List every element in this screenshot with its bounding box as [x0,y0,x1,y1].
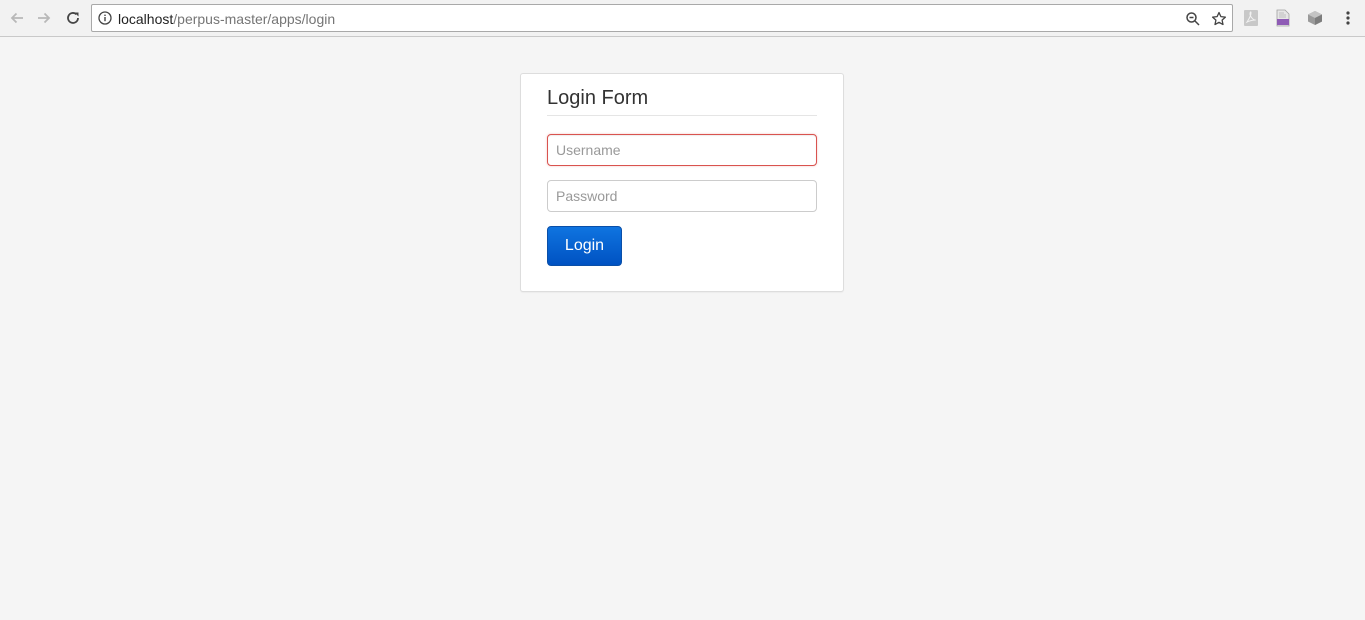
back-button[interactable] [6,7,28,29]
login-button[interactable]: Login [547,226,622,266]
browser-toolbar: localhost/perpus-master/apps/login [0,0,1365,37]
acrobat-extension-button[interactable] [1241,8,1261,28]
zoom-icon[interactable] [1184,10,1202,28]
username-input[interactable] [547,134,817,166]
back-arrow-icon [10,12,23,24]
menu-dots-icon [1346,11,1350,25]
forward-arrow-icon [38,12,51,24]
title-divider [547,115,817,116]
browser-menu-button[interactable] [1338,8,1358,28]
extension-icon [1308,11,1322,25]
pdf-extension-button[interactable] [1273,8,1293,28]
password-input[interactable] [547,180,817,212]
url-path: /perpus-master/apps/login [173,11,336,27]
reload-icon [67,12,79,24]
address-bar[interactable]: localhost/perpus-master/apps/login [91,4,1233,32]
url-host: localhost [118,11,174,27]
info-icon[interactable] [98,11,112,25]
page-title: Login Form [547,87,649,109]
star-icon[interactable] [1210,10,1228,28]
reload-button[interactable] [62,7,84,29]
login-panel: Login Form Login [520,73,844,292]
address-url[interactable]: localhost/perpus-master/apps/login [118,11,335,27]
extension-button[interactable] [1305,8,1325,28]
acrobat-icon [1244,10,1258,26]
forward-button[interactable] [33,7,55,29]
pdf-icon [1276,9,1290,27]
